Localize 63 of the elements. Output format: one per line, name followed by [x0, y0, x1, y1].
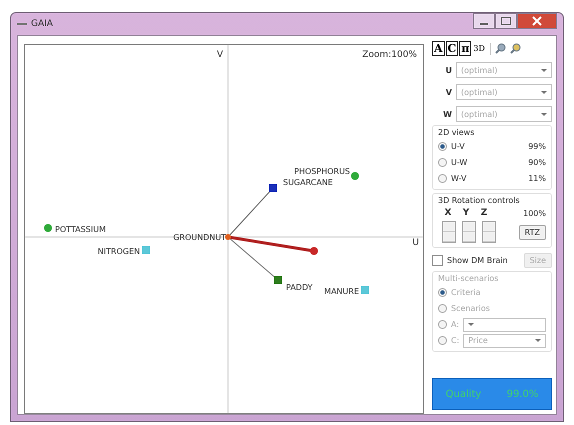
point-label: NITROGEN — [98, 247, 140, 256]
spin-control[interactable] — [462, 221, 476, 243]
caret-icon — [541, 90, 547, 94]
view-quality: 99% — [528, 142, 546, 151]
point-label: PADDY — [286, 283, 313, 292]
axis-name: Z — [480, 208, 488, 218]
radio-label: C: — [451, 336, 460, 345]
plot-canvas[interactable]: V Zoom:100% PHOSPHORUS SUGARCANE POTTASSIUM GROUNDNUT U NITROGEN PADDY MANURE — [24, 44, 424, 414]
point-label: SUGARCANE — [283, 178, 333, 187]
action-marker[interactable] — [142, 246, 150, 254]
point-label: POTTASSIUM — [55, 225, 106, 234]
close-button[interactable] — [517, 13, 557, 29]
radio-button[interactable] — [438, 158, 447, 167]
axis-name: X — [444, 208, 452, 218]
caret-icon — [535, 339, 541, 342]
action-marker[interactable] — [361, 286, 369, 294]
radio-label: U-W — [451, 158, 468, 167]
view-quality: 90% — [528, 158, 546, 167]
checkbox-label: Show DM Brain — [447, 256, 508, 265]
radio-label: Criteria — [451, 288, 481, 297]
zoom-label: Zoom:100% — [362, 50, 417, 60]
caret-icon — [541, 112, 547, 116]
criterion-dot[interactable] — [44, 224, 52, 232]
point-label: MANURE — [324, 287, 359, 296]
toolbar-button[interactable]: A — [432, 41, 445, 56]
axis-label: V — [216, 50, 223, 60]
maximize-button[interactable] — [495, 13, 517, 29]
axis-name: U — [444, 66, 452, 74]
action-marker[interactable] — [274, 276, 282, 284]
axis-name: Y — [462, 208, 470, 218]
radio-label: U-V — [451, 142, 465, 151]
toolbar-button[interactable]: π — [459, 41, 472, 56]
zoom-out-icon[interactable] — [510, 43, 521, 54]
rotation-value: 100% — [523, 208, 546, 218]
axis-label: U — [412, 238, 419, 248]
group-title: Multi-scenarios — [438, 274, 500, 283]
radio-button[interactable] — [438, 174, 447, 183]
spin-control[interactable] — [482, 221, 496, 243]
radio-label: A: — [451, 320, 460, 329]
point-label: PHOSPHORUS — [294, 167, 350, 176]
radio-label: W-V — [451, 174, 466, 183]
group-title: 3D Rotation controls — [438, 196, 521, 205]
group-title: 2D views — [438, 128, 476, 137]
axis-name: W — [442, 110, 452, 118]
spin-control[interactable] — [442, 221, 456, 243]
caret-icon — [541, 68, 547, 72]
view-quality: 11% — [528, 174, 546, 183]
window-title: GAIA — [31, 19, 53, 29]
axis-name: V — [444, 88, 452, 96]
quality-label: Quality — [446, 388, 482, 400]
radio-label: Scenarios — [451, 304, 490, 313]
checkbox[interactable] — [432, 255, 443, 266]
rtz-button[interactable]: RTZ — [518, 224, 546, 240]
quality-value: 99.0% — [506, 388, 538, 400]
radio-button[interactable] — [438, 142, 447, 151]
close-icon — [532, 16, 542, 26]
zoom-in-icon[interactable] — [494, 43, 506, 54]
criterion-dot[interactable] — [351, 172, 359, 180]
point-label: GROUNDNUT — [173, 233, 226, 242]
caret-icon — [468, 323, 474, 326]
toolbar-button[interactable]: C — [446, 41, 458, 56]
minimize-button[interactable] — [473, 13, 495, 29]
action-marker[interactable] — [269, 184, 277, 192]
